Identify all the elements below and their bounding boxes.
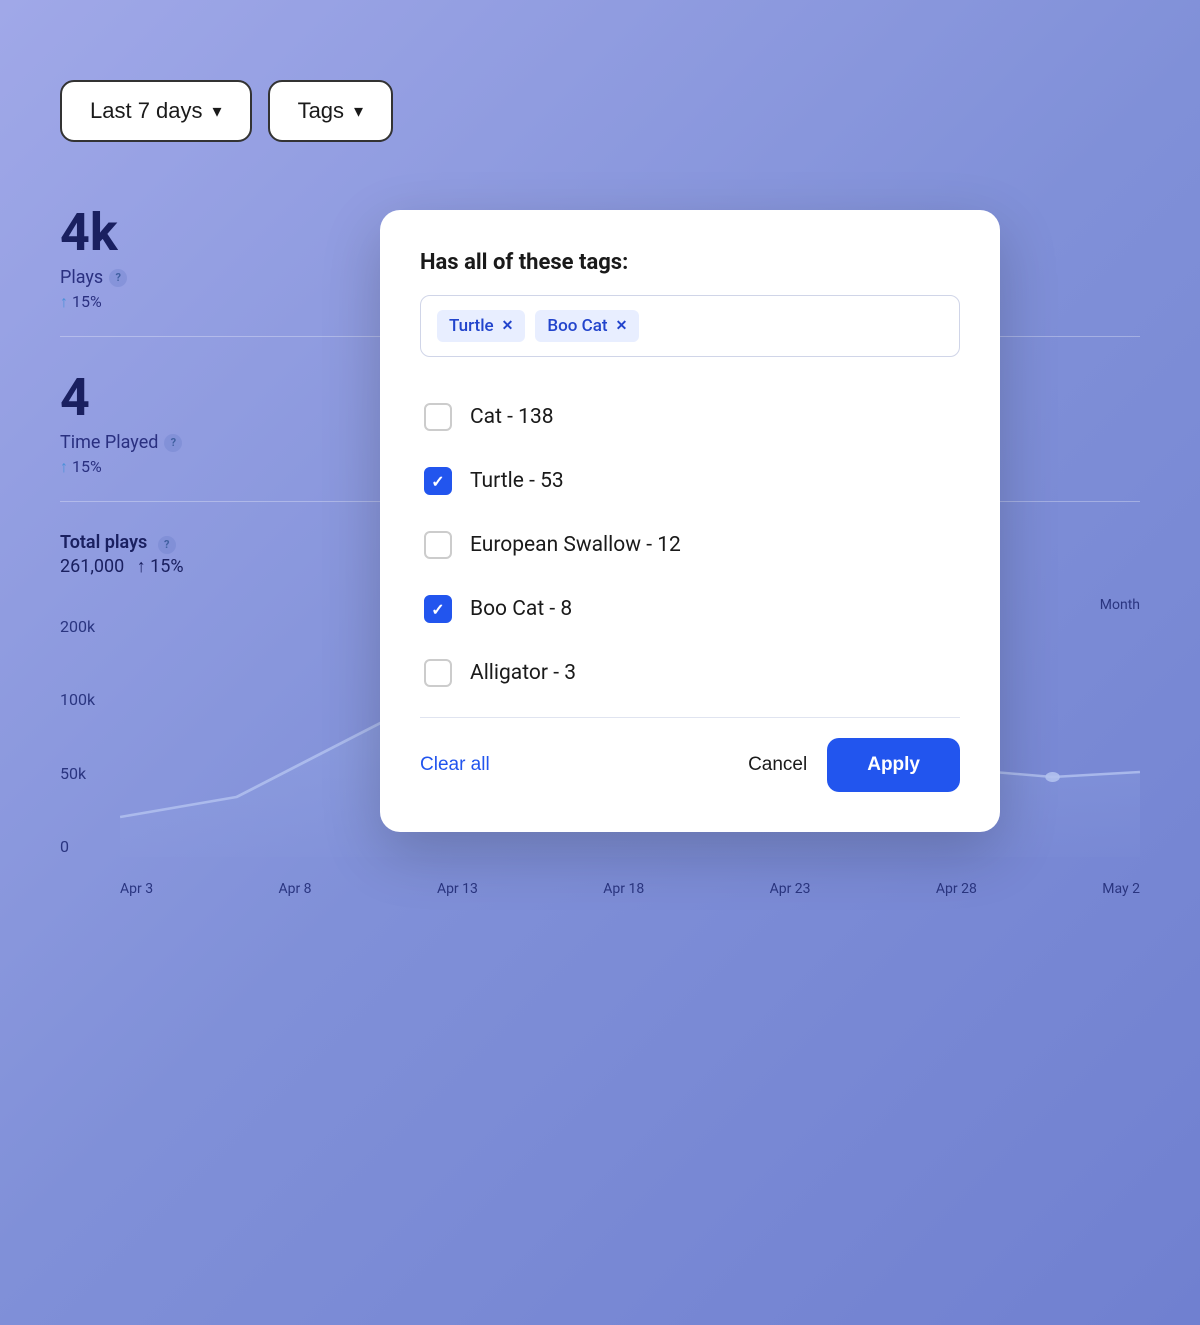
date-filter-chevron-icon: ▾: [213, 101, 222, 122]
plays-arrow-icon: ↑: [60, 292, 68, 311]
chart-x-may2: May 2: [1102, 881, 1140, 897]
clear-all-button[interactable]: Clear all: [420, 754, 490, 776]
time-played-label: Time Played: [60, 432, 158, 453]
apply-button[interactable]: Apply: [827, 738, 960, 792]
checkbox-boo-cat-label: Boo Cat - 8: [470, 597, 572, 621]
chart-x-apr3: Apr 3: [120, 881, 153, 897]
time-played-change-value: 15%: [72, 457, 102, 476]
time-played-info-icon: ?: [164, 434, 182, 452]
checkbox-european-swallow[interactable]: [424, 531, 452, 559]
chart-x-apr13: Apr 13: [437, 881, 478, 897]
chart-x-apr8: Apr 8: [278, 881, 311, 897]
checkbox-alligator[interactable]: [424, 659, 452, 687]
date-filter-button[interactable]: Last 7 days ▾: [60, 80, 252, 142]
checkbox-turtle[interactable]: [424, 467, 452, 495]
tags-filter-chevron-icon: ▾: [354, 101, 363, 122]
checkbox-european-swallow-label: European Swallow - 12: [470, 533, 681, 557]
checkbox-item-boo-cat[interactable]: Boo Cat - 8: [420, 577, 960, 641]
chart-x-labels: Apr 3 Apr 8 Apr 13 Apr 18 Apr 23 Apr 28 …: [120, 881, 1140, 897]
chart-y-labels: 200k 100k 50k 0: [60, 617, 95, 857]
tag-chip-boo-cat-remove[interactable]: ✕: [616, 318, 628, 334]
tags-input-area[interactable]: Turtle ✕ Boo Cat ✕: [420, 295, 960, 357]
checkbox-list: Cat - 138 Turtle - 53 European Swallow -…: [420, 385, 960, 705]
modal-divider: [420, 717, 960, 718]
time-played-arrow-icon: ↑: [60, 457, 68, 476]
checkbox-item-turtle[interactable]: Turtle - 53: [420, 449, 960, 513]
checkbox-item-cat[interactable]: Cat - 138: [420, 385, 960, 449]
plays-info-icon: ?: [109, 269, 127, 287]
tag-chip-turtle[interactable]: Turtle ✕: [437, 310, 525, 342]
checkbox-item-alligator[interactable]: Alligator - 3: [420, 641, 960, 705]
chart-y-200k: 200k: [60, 617, 95, 636]
cancel-button[interactable]: Cancel: [748, 754, 807, 776]
filter-bar: Last 7 days ▾ Tags ▾: [60, 80, 1140, 142]
tag-chip-boo-cat[interactable]: Boo Cat ✕: [535, 310, 639, 342]
chart-x-apr28: Apr 28: [936, 881, 977, 897]
checkbox-item-european-swallow[interactable]: European Swallow - 12: [420, 513, 960, 577]
chart-month-label: Month: [1100, 597, 1140, 613]
chart-y-100k: 100k: [60, 690, 95, 709]
date-filter-label: Last 7 days: [90, 98, 203, 124]
tag-chip-boo-cat-label: Boo Cat: [547, 316, 607, 336]
plays-change-value: 15%: [72, 292, 102, 311]
checkbox-turtle-label: Turtle - 53: [470, 469, 564, 493]
total-plays-change: ↑ 15%: [137, 556, 184, 577]
chart-y-0: 0: [60, 837, 95, 856]
checkbox-cat-label: Cat - 138: [470, 405, 554, 429]
total-plays-info-icon: ?: [158, 536, 176, 554]
chart-dot-end: [1045, 772, 1060, 782]
modal-title: Has all of these tags:: [420, 250, 960, 275]
tags-modal: Has all of these tags: Turtle ✕ Boo Cat …: [380, 210, 1000, 832]
checkbox-boo-cat[interactable]: [424, 595, 452, 623]
plays-label: Plays: [60, 267, 103, 288]
tags-filter-label: Tags: [298, 98, 344, 124]
modal-footer: Clear all Cancel Apply: [420, 738, 960, 792]
tag-chip-turtle-remove[interactable]: ✕: [502, 318, 514, 334]
chart-x-apr23: Apr 23: [770, 881, 811, 897]
chart-x-apr18: Apr 18: [603, 881, 644, 897]
tag-chip-turtle-label: Turtle: [449, 316, 494, 336]
checkbox-alligator-label: Alligator - 3: [470, 661, 576, 685]
chart-y-50k: 50k: [60, 764, 95, 783]
tags-filter-button[interactable]: Tags ▾: [268, 80, 394, 142]
checkbox-cat[interactable]: [424, 403, 452, 431]
